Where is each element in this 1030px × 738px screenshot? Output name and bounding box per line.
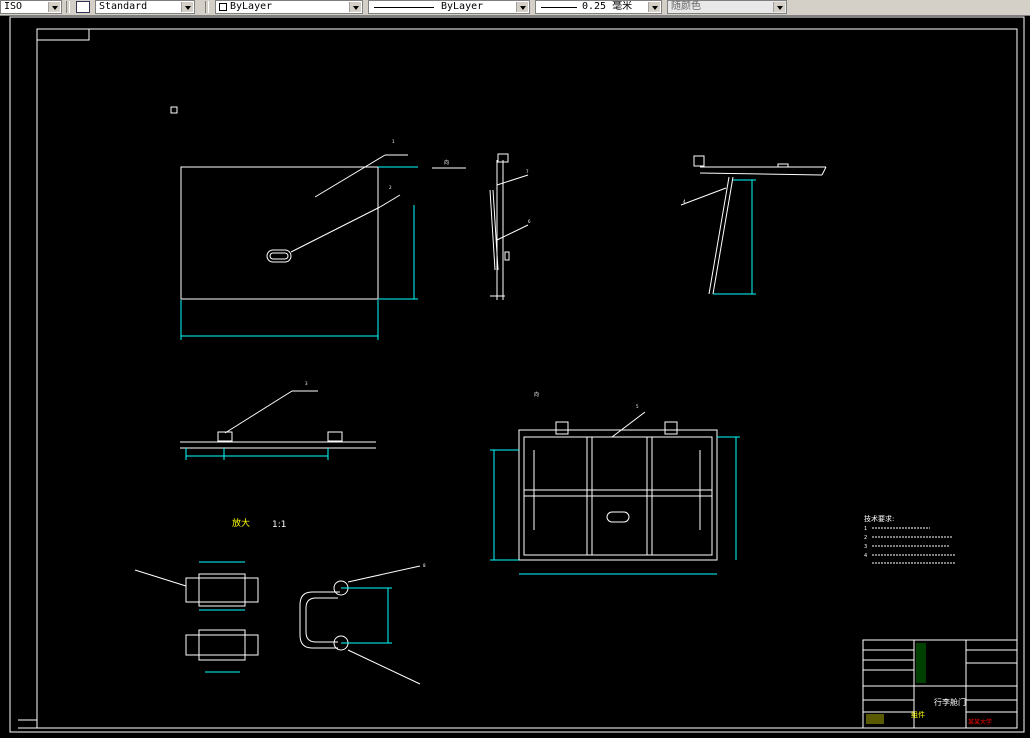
title-block-highlight xyxy=(916,643,926,683)
lineweight-value: 0.25 毫米 xyxy=(582,1,633,12)
sheet-border xyxy=(9,16,1025,733)
title-block-highlight xyxy=(866,714,884,724)
detail-scale-prefix: 放大 xyxy=(232,517,250,529)
leader-line xyxy=(134,569,187,587)
title-block-frame xyxy=(862,639,1018,729)
leader-number: 2 xyxy=(389,185,392,190)
hinge-bracket xyxy=(664,421,678,435)
frame-outline xyxy=(518,429,718,561)
leader-number: 7 xyxy=(526,169,529,174)
leader-line xyxy=(347,565,421,583)
layer-value: ByLayer xyxy=(230,1,273,12)
school-name: 某某大学 xyxy=(968,718,992,726)
layer-dropdown[interactable]: ByLayer xyxy=(215,0,363,14)
top-view xyxy=(180,390,376,460)
leader-number: 1 xyxy=(392,139,395,144)
detail-views: 放大 1:1 xyxy=(134,517,421,685)
view-direction-label: 向 xyxy=(534,391,539,398)
hinge-bracket xyxy=(693,155,705,167)
side-view xyxy=(489,153,529,300)
door-handle-slot xyxy=(606,511,630,523)
leader-number: 5 xyxy=(636,404,639,409)
linetype-sample-icon xyxy=(374,7,434,8)
material-label: 组件 xyxy=(911,710,925,719)
hinge-bracket xyxy=(555,421,569,435)
plotstyle-dropdown: 随颜色 xyxy=(667,0,787,14)
hinge-detail-top xyxy=(185,577,259,603)
gas-strut xyxy=(712,176,734,295)
lineweight-sample-icon xyxy=(541,7,577,8)
chevron-down-icon[interactable] xyxy=(48,2,60,12)
leader-number: 3 xyxy=(305,381,308,386)
open-panel-edge xyxy=(699,172,823,176)
rear-frame-view: 向 xyxy=(490,391,740,575)
leader-numbers: 1 2 3 4 5 6 7 8 xyxy=(305,139,686,568)
chevron-down-icon[interactable] xyxy=(648,2,660,12)
leader-line xyxy=(379,194,401,208)
leader-line xyxy=(680,187,727,206)
note-item: 3 xyxy=(864,544,867,550)
leader-number: 6 xyxy=(528,219,531,224)
note-item: 2 xyxy=(864,535,867,541)
view-direction-label: 向 xyxy=(444,159,449,166)
properties-toolbar: ISO Standard ByLayer ByLayer 0.25 毫米 随颜色 xyxy=(0,0,1030,16)
chevron-down-icon[interactable] xyxy=(181,2,193,12)
linetype-dropdown[interactable]: ByLayer xyxy=(368,0,530,14)
opened-view xyxy=(680,155,827,295)
text-style-icon[interactable] xyxy=(76,1,90,13)
leader-line xyxy=(496,224,529,241)
gas-strut xyxy=(708,176,730,295)
leader-line xyxy=(347,649,421,685)
drawing-frame xyxy=(36,28,1018,729)
toolbar-separator xyxy=(66,1,70,13)
dimstyle-value: ISO xyxy=(4,1,23,12)
hinge-detail-bottom xyxy=(185,634,259,656)
leader-line xyxy=(496,174,529,186)
front-view: 向 xyxy=(180,154,466,340)
door-handle-inner xyxy=(269,252,289,260)
linetype-value: ByLayer xyxy=(441,1,484,12)
open-panel-edge xyxy=(821,166,827,176)
note-item: 1 xyxy=(864,526,867,532)
dimstyle-dropdown[interactable]: ISO xyxy=(0,0,62,14)
detail-scale-label: 1:1 xyxy=(272,520,286,530)
hinge-bracket xyxy=(217,431,233,442)
leader-line xyxy=(611,411,646,438)
technical-notes: 技术要求: 1 2 3 4 xyxy=(864,514,955,564)
leader-line xyxy=(290,206,381,253)
ucs-marker xyxy=(170,106,178,114)
title-block: 行李舱门 组件 某某大学 xyxy=(862,639,1018,729)
latch-block xyxy=(504,251,510,261)
note-item: 4 xyxy=(864,553,867,559)
color-swatch-icon xyxy=(219,3,227,11)
leader-line xyxy=(314,154,386,198)
hinge-detail-top-body xyxy=(198,573,246,607)
leader-number: 8 xyxy=(423,563,426,568)
leader-line xyxy=(224,390,293,434)
latch-block xyxy=(777,163,789,168)
chevron-down-icon[interactable] xyxy=(349,2,361,12)
part-name: 行李舱门 xyxy=(934,697,966,707)
hinge-bracket xyxy=(327,431,343,442)
notes-title: 技术要求: xyxy=(864,514,894,523)
chevron-down-icon[interactable] xyxy=(516,2,528,12)
toolbar-separator xyxy=(205,1,209,13)
lineweight-dropdown[interactable]: 0.25 毫米 xyxy=(535,0,662,14)
drawing-canvas[interactable]: 向 向 放大 1:1 技术要求: 1 2 3 4 行李舱门 组件 某某大学 1 … xyxy=(0,15,1030,738)
textstyle-dropdown[interactable]: Standard xyxy=(95,0,195,14)
textstyle-value: Standard xyxy=(99,1,148,12)
plotstyle-value: 随颜色 xyxy=(671,1,701,12)
corner-code-box xyxy=(36,28,90,41)
chevron-down-icon xyxy=(773,2,785,12)
door-handle-slot xyxy=(266,249,292,263)
door-panel-outline xyxy=(180,166,379,300)
handle-detail-inner xyxy=(305,597,338,643)
